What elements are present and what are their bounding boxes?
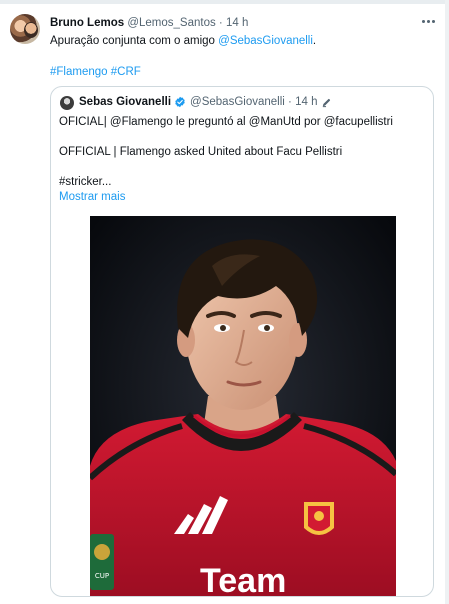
quoted-author-avatar[interactable] — [60, 96, 74, 110]
dot — [431, 19, 435, 23]
tweet-header: Bruno Lemos @Lemos_Santos · 14 h — [50, 16, 248, 30]
quoted-text-line-2: OFFICIAL | Flamengo asked United about F… — [59, 146, 343, 158]
tweet-text-suffix: . — [312, 35, 317, 47]
tweet-timestamp[interactable]: 14 h — [226, 17, 248, 29]
quoted-author-handle[interactable]: @SebasGiovanelli — [190, 95, 285, 109]
author-handle[interactable]: @Lemos_Santos — [127, 17, 215, 29]
dot — [426, 19, 430, 23]
quoted-header-separator: · — [288, 96, 292, 108]
quoted-author-name[interactable]: Sebas Giovanelli — [79, 95, 171, 109]
header-separator: · — [218, 17, 223, 29]
avatar-second-face — [24, 22, 38, 38]
window-scroll-edge — [445, 0, 449, 604]
verified-badge-icon — [175, 96, 185, 108]
hashtag-flamengo[interactable]: #Flamengo — [50, 66, 108, 78]
quoted-photo[interactable]: CUP Team — [90, 216, 396, 597]
quoted-tweet[interactable]: Sebas Giovanelli @SebasGiovanelli · 14 h… — [50, 86, 434, 597]
tweet-text-prefix: Apuração conjunta com o amigo — [50, 35, 219, 47]
shirt-sponsor-text: Team — [200, 562, 286, 597]
tweet[interactable]: Bruno Lemos @Lemos_Santos · 14 h Apuraçã… — [0, 4, 445, 604]
hashtag-crf[interactable]: #CRF — [111, 66, 141, 78]
quoted-tweet-header: Sebas Giovanelli @SebasGiovanelli · 14 h — [79, 95, 332, 109]
dot — [421, 19, 425, 23]
author-avatar[interactable] — [10, 14, 40, 44]
mention-link[interactable]: @SebasGiovanelli — [218, 35, 313, 47]
cup-patch-text: CUP — [95, 572, 109, 580]
tweet-body: Apuração conjunta com o amigo @SebasGiov… — [50, 34, 316, 48]
quoted-text-line-3: #stricker... — [59, 176, 112, 188]
tweet-hashtags: #Flamengo #CRF — [50, 65, 141, 79]
quoted-text-line-1: OFICIAL| @Flamengo le preguntó al @ManUt… — [59, 116, 393, 128]
show-more-link[interactable]: Mostrar mais — [59, 190, 125, 204]
more-options-icon[interactable] — [418, 14, 438, 28]
author-name[interactable]: Bruno Lemos — [50, 17, 124, 29]
quoted-tweet-timestamp[interactable]: 14 h — [295, 95, 317, 109]
pen-edit-icon — [323, 98, 331, 107]
player-photo-illustration: CUP Team — [90, 216, 396, 597]
